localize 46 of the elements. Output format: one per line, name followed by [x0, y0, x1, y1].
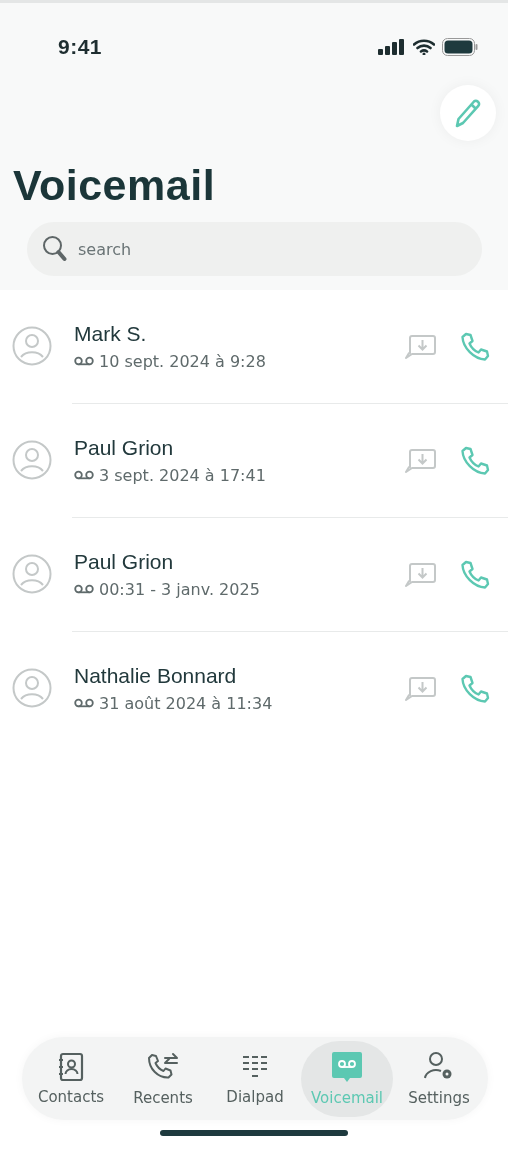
- call-button[interactable]: [460, 332, 490, 362]
- avatar-icon: [12, 326, 52, 366]
- voicemail-icon: [74, 356, 94, 366]
- pencil-icon: [454, 98, 482, 128]
- tab[interactable]: Settings: [393, 1040, 485, 1117]
- download-message-icon: [404, 563, 436, 587]
- phone-icon: [460, 332, 490, 362]
- tab[interactable]: Contacts: [25, 1040, 117, 1117]
- signal-icon: [378, 39, 406, 55]
- voicemail-date: 31 août 2024 à 11:34: [99, 693, 273, 713]
- avatar-icon: [12, 440, 52, 480]
- caller-name: Mark S.: [74, 321, 148, 346]
- call-button[interactable]: [460, 560, 490, 590]
- voicemail-date: 3 sept. 2024 à 17:41: [99, 465, 266, 485]
- caller-name: Paul Grion: [74, 549, 175, 574]
- download-button[interactable]: [404, 335, 436, 359]
- page-title: Voicemail: [13, 161, 216, 210]
- voicemail-date: 10 sept. 2024 à 9:28: [99, 351, 266, 371]
- phone-icon: [460, 560, 490, 590]
- call-button[interactable]: [460, 446, 490, 476]
- download-message-icon: [404, 677, 436, 701]
- caller-name: Paul Grion: [74, 435, 175, 460]
- wifi-icon: [413, 39, 435, 55]
- address-book-icon: [56, 1051, 86, 1082]
- call-button[interactable]: [460, 674, 490, 704]
- download-message-icon: [404, 449, 436, 473]
- phone-icon: [460, 674, 490, 704]
- voicemail-icon: [74, 470, 94, 480]
- tab[interactable]: Recents: [117, 1040, 209, 1117]
- voicemail-date: 00:31 - 3 janv. 2025: [99, 579, 260, 599]
- search-field[interactable]: search: [27, 222, 482, 276]
- phone-icon: [460, 446, 490, 476]
- download-button[interactable]: [404, 563, 436, 587]
- voicemail-icon: [74, 698, 94, 708]
- battery-icon: [442, 38, 478, 56]
- avatar-icon: [12, 554, 52, 594]
- search-icon: [42, 235, 68, 263]
- avatar-icon: [12, 668, 52, 708]
- download-button[interactable]: [404, 449, 436, 473]
- voicemail-icon: [74, 584, 94, 594]
- download-button[interactable]: [404, 677, 436, 701]
- download-message-icon: [404, 335, 436, 359]
- caller-name: Nathalie Bonnard: [74, 663, 238, 688]
- status-time: 9:41: [58, 35, 103, 59]
- voicemail-bubble-icon: [331, 1050, 363, 1083]
- tab[interactable]: Dialpad: [209, 1040, 301, 1117]
